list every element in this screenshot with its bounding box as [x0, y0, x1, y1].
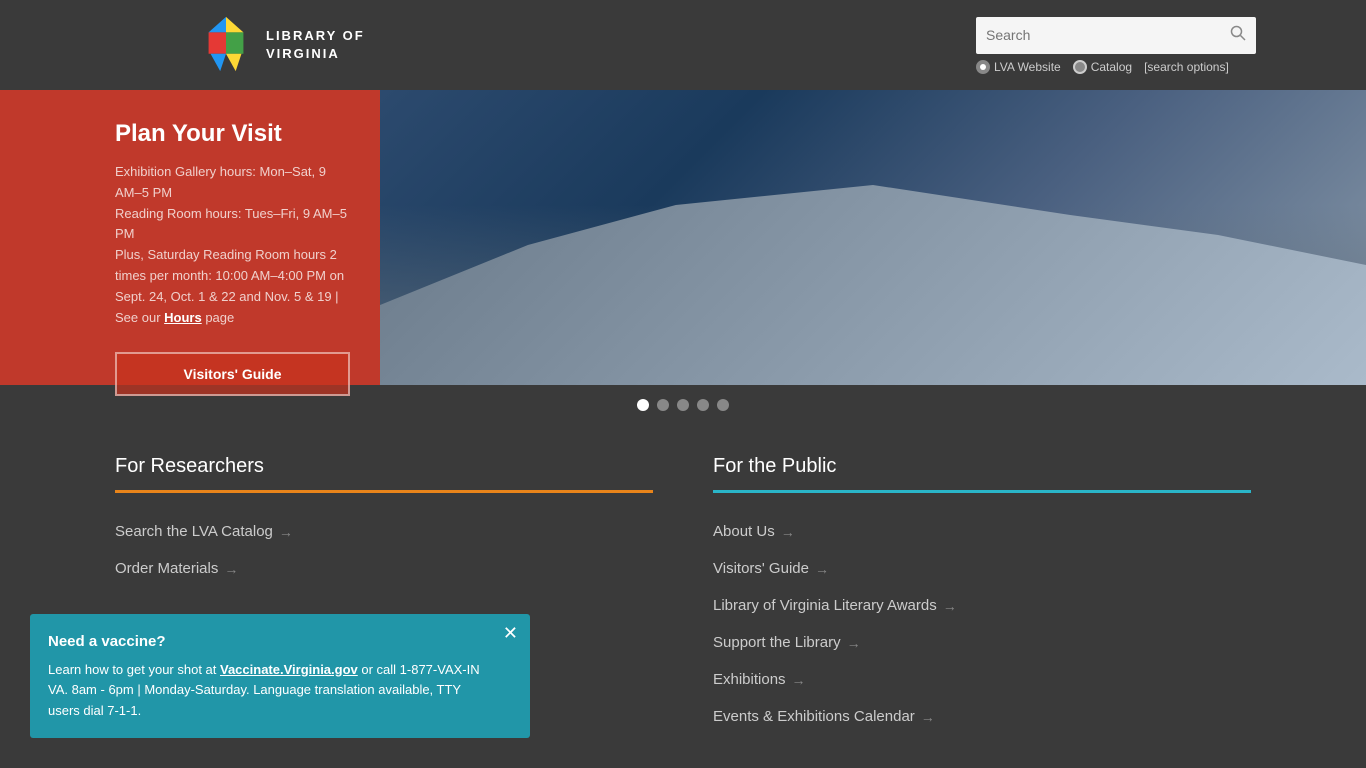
visitors-guide-link[interactable]: Visitors' Guide → [713, 550, 1251, 587]
visitors-guide-button[interactable]: Visitors' Guide [115, 352, 350, 396]
carousel-dot-3[interactable] [677, 399, 689, 411]
vaccine-title: Need a vaccine? [48, 630, 490, 654]
arrow-icon-support: → [847, 635, 861, 651]
carousel-dot-4[interactable] [697, 399, 709, 411]
radio-catalog[interactable]: Catalog [1073, 60, 1132, 74]
carousel-dot-1[interactable] [637, 399, 649, 411]
events-calendar-link[interactable]: Events & Exhibitions Calendar → [713, 698, 1251, 735]
carousel-slide: Plan Your Visit Exhibition Gallery hours… [0, 90, 1366, 385]
vaccine-body: Learn how to get your shot at Vaccinate.… [48, 660, 490, 722]
radio-lva-website[interactable]: LVA Website [976, 60, 1061, 74]
arrow-icon-literary: → [943, 598, 957, 614]
literary-awards-link[interactable]: Library of Virginia Literary Awards → [713, 587, 1251, 624]
arrow-icon-about: → [781, 524, 795, 540]
library-logo-icon [200, 15, 252, 75]
arrow-icon-visitors: → [815, 561, 829, 577]
vaccine-close-button[interactable]: ✕ [503, 624, 518, 642]
public-divider [713, 490, 1251, 493]
logo-area[interactable]: LIBRARY OF VIRGINIA [200, 15, 365, 75]
logo-text: LIBRARY OF VIRGINIA [266, 27, 365, 63]
radio-lva-indicator [976, 60, 990, 74]
carousel-dot-5[interactable] [717, 399, 729, 411]
search-bar [976, 17, 1256, 54]
carousel-dot-2[interactable] [657, 399, 669, 411]
arrow-icon-2: → [224, 561, 238, 577]
vaccinate-link[interactable]: Vaccinate.Virginia.gov [220, 662, 358, 677]
search-options-link[interactable]: [search options] [1144, 60, 1229, 74]
exhibitions-link[interactable]: Exhibitions → [713, 661, 1251, 698]
researchers-title: For Researchers [115, 455, 653, 478]
arrow-icon-1: → [279, 524, 293, 540]
carousel-container: Plan Your Visit Exhibition Gallery hours… [0, 90, 1366, 385]
slide-title: Plan Your Visit [115, 120, 350, 148]
building-illustration [380, 185, 1366, 385]
public-section: For the Public About Us → Visitors' Guid… [683, 455, 1251, 735]
arrow-icon-exhibitions: → [792, 672, 806, 688]
slide-body: Exhibition Gallery hours: Mon–Sat, 9 AM–… [115, 162, 350, 328]
support-library-link[interactable]: Support the Library → [713, 624, 1251, 661]
search-options: LVA Website Catalog [search options] [976, 60, 1256, 74]
search-icon [1230, 25, 1246, 41]
vaccine-notification: ✕ Need a vaccine? Learn how to get your … [30, 614, 530, 738]
order-materials-link[interactable]: Order Materials → [115, 550, 653, 587]
slide-image [380, 90, 1366, 385]
search-button[interactable] [1220, 17, 1256, 54]
slide-content: Plan Your Visit Exhibition Gallery hours… [0, 90, 380, 385]
radio-catalog-indicator [1073, 60, 1087, 74]
search-input[interactable] [976, 19, 1220, 51]
search-lva-catalog-link[interactable]: Search the LVA Catalog → [115, 513, 653, 550]
header: LIBRARY OF VIRGINIA LVA Website Catalog [0, 0, 1366, 90]
arrow-icon-events: → [921, 709, 935, 725]
researchers-divider [115, 490, 653, 493]
search-area: LVA Website Catalog [search options] [976, 17, 1256, 74]
public-title: For the Public [713, 455, 1251, 478]
about-us-link[interactable]: About Us → [713, 513, 1251, 550]
hours-link[interactable]: Hours [164, 310, 202, 325]
